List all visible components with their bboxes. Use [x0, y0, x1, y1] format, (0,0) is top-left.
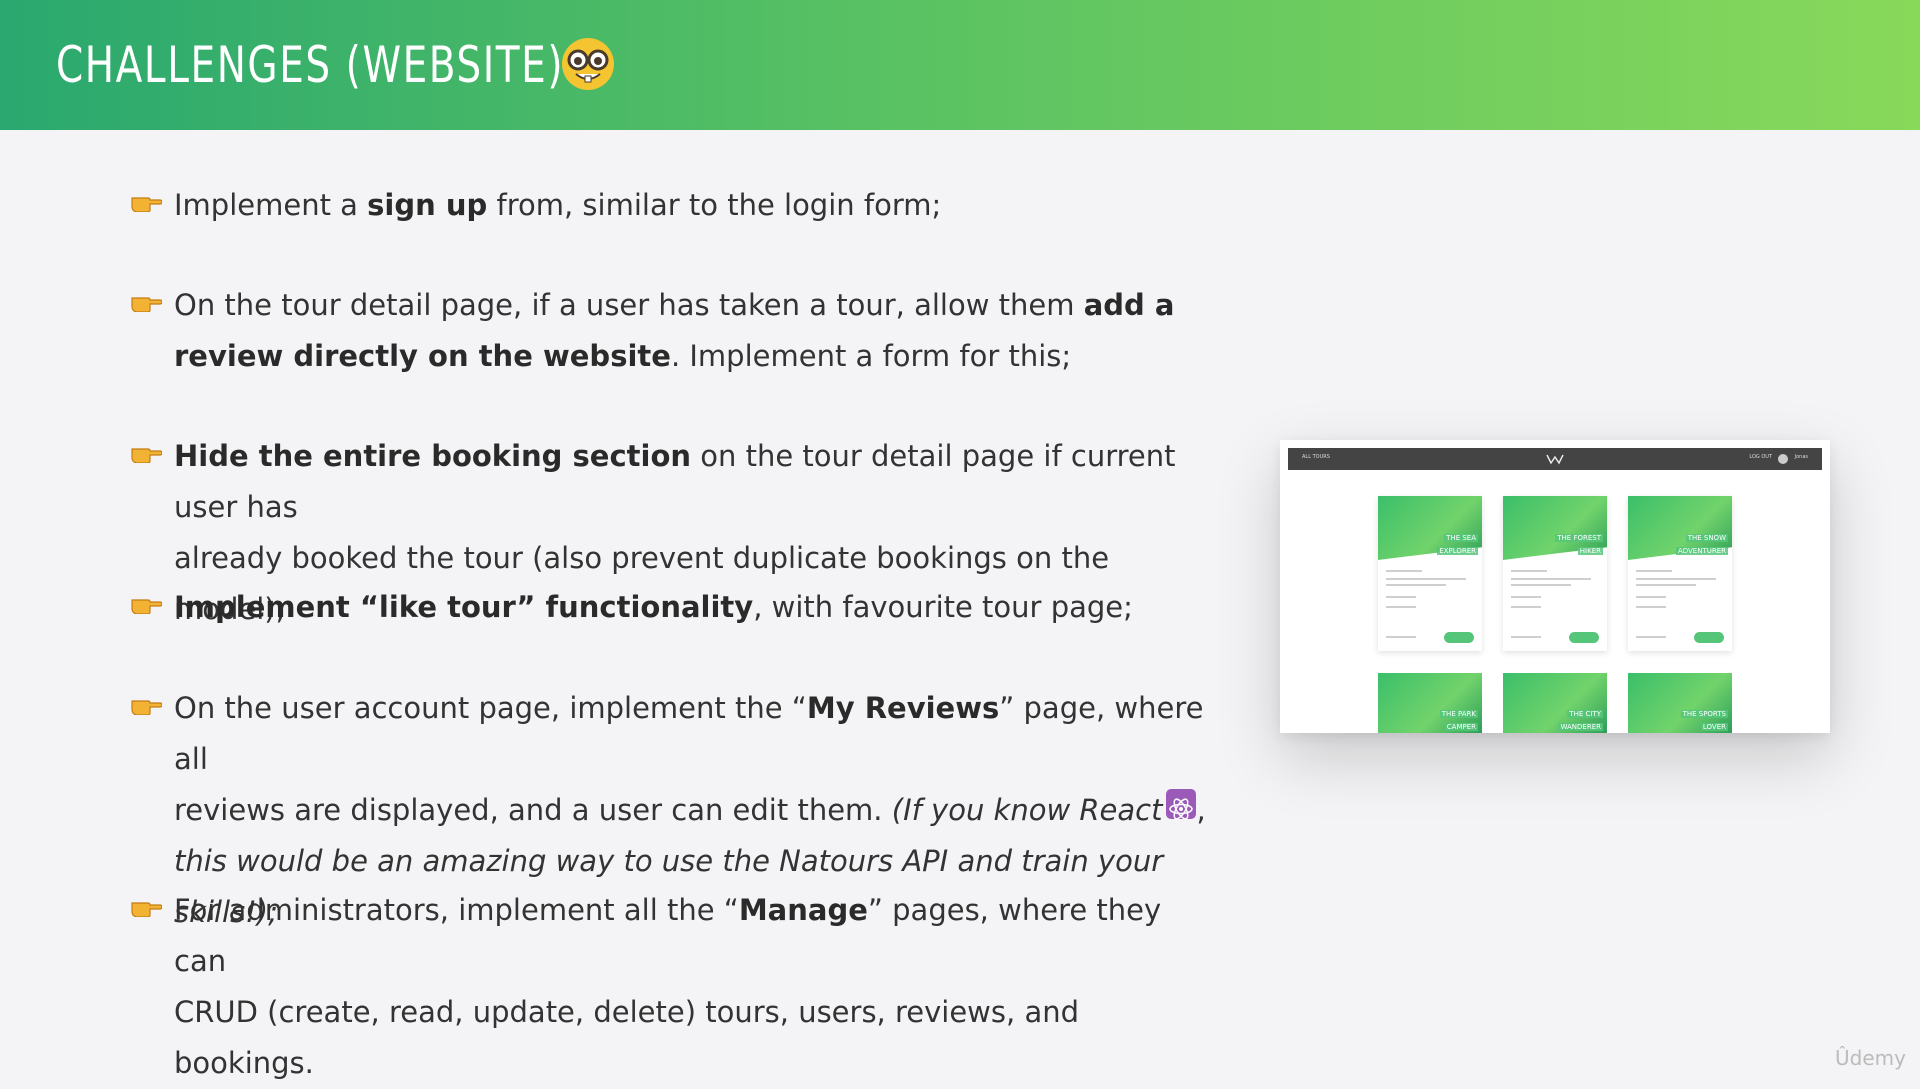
- list-item: Implement a sign up from, similar to the…: [130, 180, 941, 231]
- preview-nav-user: Jonas: [1794, 454, 1808, 460]
- list-item-text: Implement “like tour” functionality, wit…: [174, 590, 1133, 624]
- pointing-hand-icon: [131, 197, 162, 212]
- list-item: For administrators, implement all the “M…: [130, 885, 1210, 1089]
- slide-header: CHALLENGES (WEBSITE): [0, 0, 1920, 130]
- list-item-text: Implement a sign up from, similar to the…: [174, 188, 942, 222]
- tour-card-title: THE SPORTS LOVER: [1680, 710, 1728, 731]
- tour-card-title: THE SNOW ADVENTURER: [1675, 534, 1728, 555]
- pointing-hand-icon: [131, 700, 162, 715]
- tour-card-details-button: [1444, 632, 1474, 643]
- tour-card: THE SPORTS LOVER: [1628, 673, 1732, 733]
- pointing-hand-icon: [131, 902, 162, 917]
- tour-card-title: THE CITY WANDERER: [1558, 710, 1603, 731]
- tour-card-title: THE SEA EXPLORER: [1437, 534, 1478, 555]
- tour-card: THE SEA EXPLORER: [1378, 496, 1482, 651]
- tour-card-title: THE PARK CAMPER: [1439, 710, 1478, 731]
- preview-navbar: ALL TOURS LOG OUT Jonas: [1288, 448, 1822, 470]
- udemy-watermark: Ûdemy: [1835, 1046, 1906, 1070]
- list-item: On the tour detail page, if a user has t…: [130, 280, 1174, 382]
- preview-nav-all-tours: ALL TOURS: [1302, 454, 1330, 460]
- pointing-hand-icon: [131, 297, 162, 312]
- preview-nav-logout: LOG OUT: [1749, 454, 1772, 460]
- tour-card-details-button: [1569, 632, 1599, 643]
- logo-icon: [1546, 454, 1564, 465]
- atom-icon: [1166, 789, 1197, 820]
- list-item-text: On the tour detail page, if a user has t…: [174, 288, 1175, 373]
- tour-card: THE CITY WANDERER: [1503, 673, 1607, 733]
- tour-card-details-button: [1694, 632, 1724, 643]
- nerd-face-icon: [562, 38, 614, 90]
- tour-card: THE FOREST HIKER: [1503, 496, 1607, 651]
- pointing-hand-icon: [131, 448, 162, 463]
- website-preview-screenshot: ALL TOURS LOG OUT Jonas THE SEA EXPLORER …: [1280, 440, 1830, 733]
- tour-card: THE PARK CAMPER: [1378, 673, 1482, 733]
- avatar: [1778, 454, 1788, 464]
- list-item: Implement “like tour” functionality, wit…: [130, 582, 1133, 633]
- slide-title: CHALLENGES (WEBSITE): [56, 36, 565, 94]
- pointing-hand-icon: [131, 599, 162, 614]
- tour-card: THE SNOW ADVENTURER: [1628, 496, 1732, 651]
- list-item-text: For administrators, implement all the “M…: [174, 893, 1162, 1080]
- tour-card-title: THE FOREST HIKER: [1555, 534, 1603, 555]
